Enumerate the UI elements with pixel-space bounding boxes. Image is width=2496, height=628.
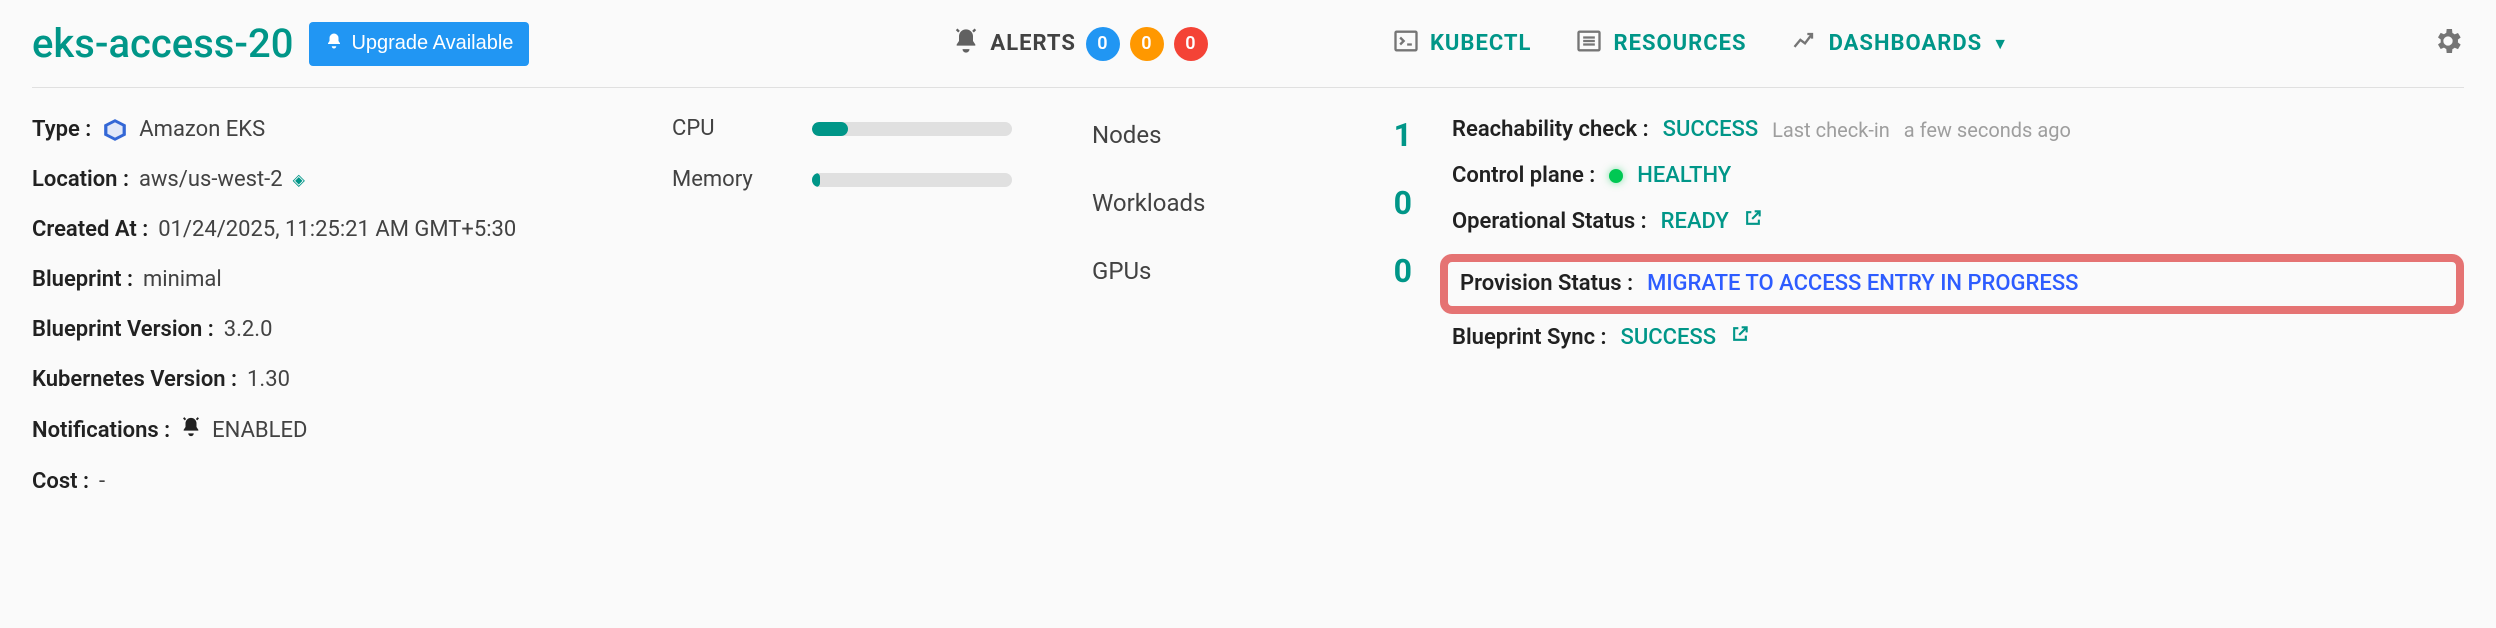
operational-label: Operational Status : [1452, 208, 1647, 236]
workloads-label: Workloads [1092, 189, 1205, 217]
reachability-row: Reachability check : SUCCESS Last check-… [1452, 116, 2464, 144]
cpu-meter [812, 122, 1012, 136]
dashboards-dropdown[interactable]: DASHBOARDS ▼ [1791, 27, 2009, 61]
type-value: Amazon EKS [139, 116, 265, 144]
gpus-stat: GPUs 0 [1092, 252, 1412, 290]
memory-meter-fill [812, 173, 820, 187]
meters-column: CPU Memory [672, 116, 1052, 518]
nodes-label: Nodes [1092, 121, 1161, 149]
status-dot-icon [1609, 169, 1623, 183]
cpu-meter-row: CPU [672, 116, 1052, 141]
cost-row: Cost : - [32, 468, 632, 496]
memory-label: Memory [672, 167, 812, 192]
page-header: eks-access-20 Upgrade Available ALERTS 0… [32, 20, 2464, 88]
control-plane-value: HEALTHY [1637, 162, 1731, 190]
chart-icon [1791, 27, 1819, 61]
content-columns: Type : Amazon EKS Location : aws/us-west… [32, 88, 2464, 518]
cluster-name: eks-access-20 [32, 20, 293, 67]
location-value: aws/us-west-2 [139, 166, 283, 194]
cpu-meter-fill [812, 122, 848, 136]
cost-value: - [99, 468, 105, 496]
provision-label: Provision Status : [1460, 270, 1633, 298]
blueprint-sync-row: Blueprint Sync : SUCCESS [1452, 324, 2464, 352]
list-icon [1575, 27, 1603, 61]
nodes-stat: Nodes 1 [1092, 116, 1412, 154]
eks-icon [101, 116, 129, 144]
k8s-version-label: Kubernetes Version : [32, 366, 237, 394]
k8s-version-value: 1.30 [247, 366, 290, 394]
reachability-value: SUCCESS [1663, 116, 1759, 144]
memory-meter [812, 173, 1012, 187]
created-row: Created At : 01/24/2025, 11:25:21 AM GMT… [32, 216, 632, 244]
upgrade-label: Upgrade Available [351, 32, 513, 55]
notifications-bell-icon [180, 416, 202, 446]
chevron-down-icon: ▼ [1992, 34, 2009, 54]
kubectl-link[interactable]: KUBECTL [1392, 27, 1532, 61]
k8s-version-row: Kubernetes Version : 1.30 [32, 366, 632, 394]
bell-icon [325, 32, 343, 56]
nodes-value[interactable]: 1 [1394, 116, 1412, 154]
operational-value: READY [1661, 208, 1729, 236]
alert-info-badge[interactable]: 0 [1086, 27, 1120, 61]
alerts-label: ALERTS [990, 31, 1076, 56]
reachability-label: Reachability check : [1452, 116, 1649, 144]
alert-warn-badge[interactable]: 0 [1130, 27, 1164, 61]
workloads-value[interactable]: 0 [1394, 184, 1412, 222]
popout-icon[interactable] [1730, 324, 1750, 352]
workloads-stat: Workloads 0 [1092, 184, 1412, 222]
last-checkin-value: a few seconds ago [1904, 116, 2071, 144]
alerts-group[interactable]: ALERTS 0 0 0 [952, 27, 1208, 61]
blueprint-sync-label: Blueprint Sync : [1452, 324, 1607, 352]
type-label: Type : [32, 116, 91, 144]
status-column: Reachability check : SUCCESS Last check-… [1452, 116, 2464, 518]
alert-bell-icon [952, 27, 980, 61]
blueprint-version-label: Blueprint Version : [32, 316, 214, 344]
cpu-label: CPU [672, 116, 812, 141]
created-value: 01/24/2025, 11:25:21 AM GMT+5:30 [158, 216, 516, 244]
blueprint-row: Blueprint : minimal [32, 266, 632, 294]
control-plane-row: Control plane : HEALTHY [1452, 162, 2464, 190]
last-checkin-label: Last check-in [1772, 116, 1890, 144]
blueprint-label: Blueprint : [32, 266, 133, 294]
type-row: Type : Amazon EKS [32, 116, 632, 144]
cost-label: Cost : [32, 468, 89, 496]
notifications-value: ENABLED [212, 417, 307, 445]
location-label: Location : [32, 166, 129, 194]
upgrade-available-button[interactable]: Upgrade Available [309, 22, 529, 66]
blueprint-sync-value: SUCCESS [1621, 324, 1717, 352]
resources-link[interactable]: RESOURCES [1575, 27, 1746, 61]
blueprint-version-value: 3.2.0 [224, 316, 273, 344]
provision-status-row: Provision Status : MIGRATE TO ACCESS ENT… [1460, 270, 2444, 298]
blueprint-value: minimal [143, 266, 222, 294]
blueprint-version-row: Blueprint Version : 3.2.0 [32, 316, 632, 344]
notifications-row: Notifications : ENABLED [32, 416, 632, 446]
provision-status-highlight: Provision Status : MIGRATE TO ACCESS ENT… [1440, 254, 2464, 314]
gpus-value[interactable]: 0 [1394, 252, 1412, 290]
notifications-label: Notifications : [32, 417, 170, 445]
provision-value[interactable]: MIGRATE TO ACCESS ENTRY IN PROGRESS [1647, 270, 2078, 298]
details-column: Type : Amazon EKS Location : aws/us-west… [32, 116, 632, 518]
memory-meter-row: Memory [672, 167, 1052, 192]
location-row: Location : aws/us-west-2 ◈ [32, 166, 632, 194]
settings-button[interactable] [2432, 25, 2464, 63]
control-plane-label: Control plane : [1452, 162, 1595, 190]
alert-crit-badge[interactable]: 0 [1174, 27, 1208, 61]
created-label: Created At : [32, 216, 148, 244]
stats-column: Nodes 1 Workloads 0 GPUs 0 [1092, 116, 1412, 518]
popout-icon[interactable] [1743, 208, 1763, 236]
gpus-label: GPUs [1092, 257, 1151, 285]
terminal-icon [1392, 27, 1420, 61]
operational-status-row: Operational Status : READY [1452, 208, 2464, 236]
location-status-icon: ◈ [293, 166, 305, 194]
